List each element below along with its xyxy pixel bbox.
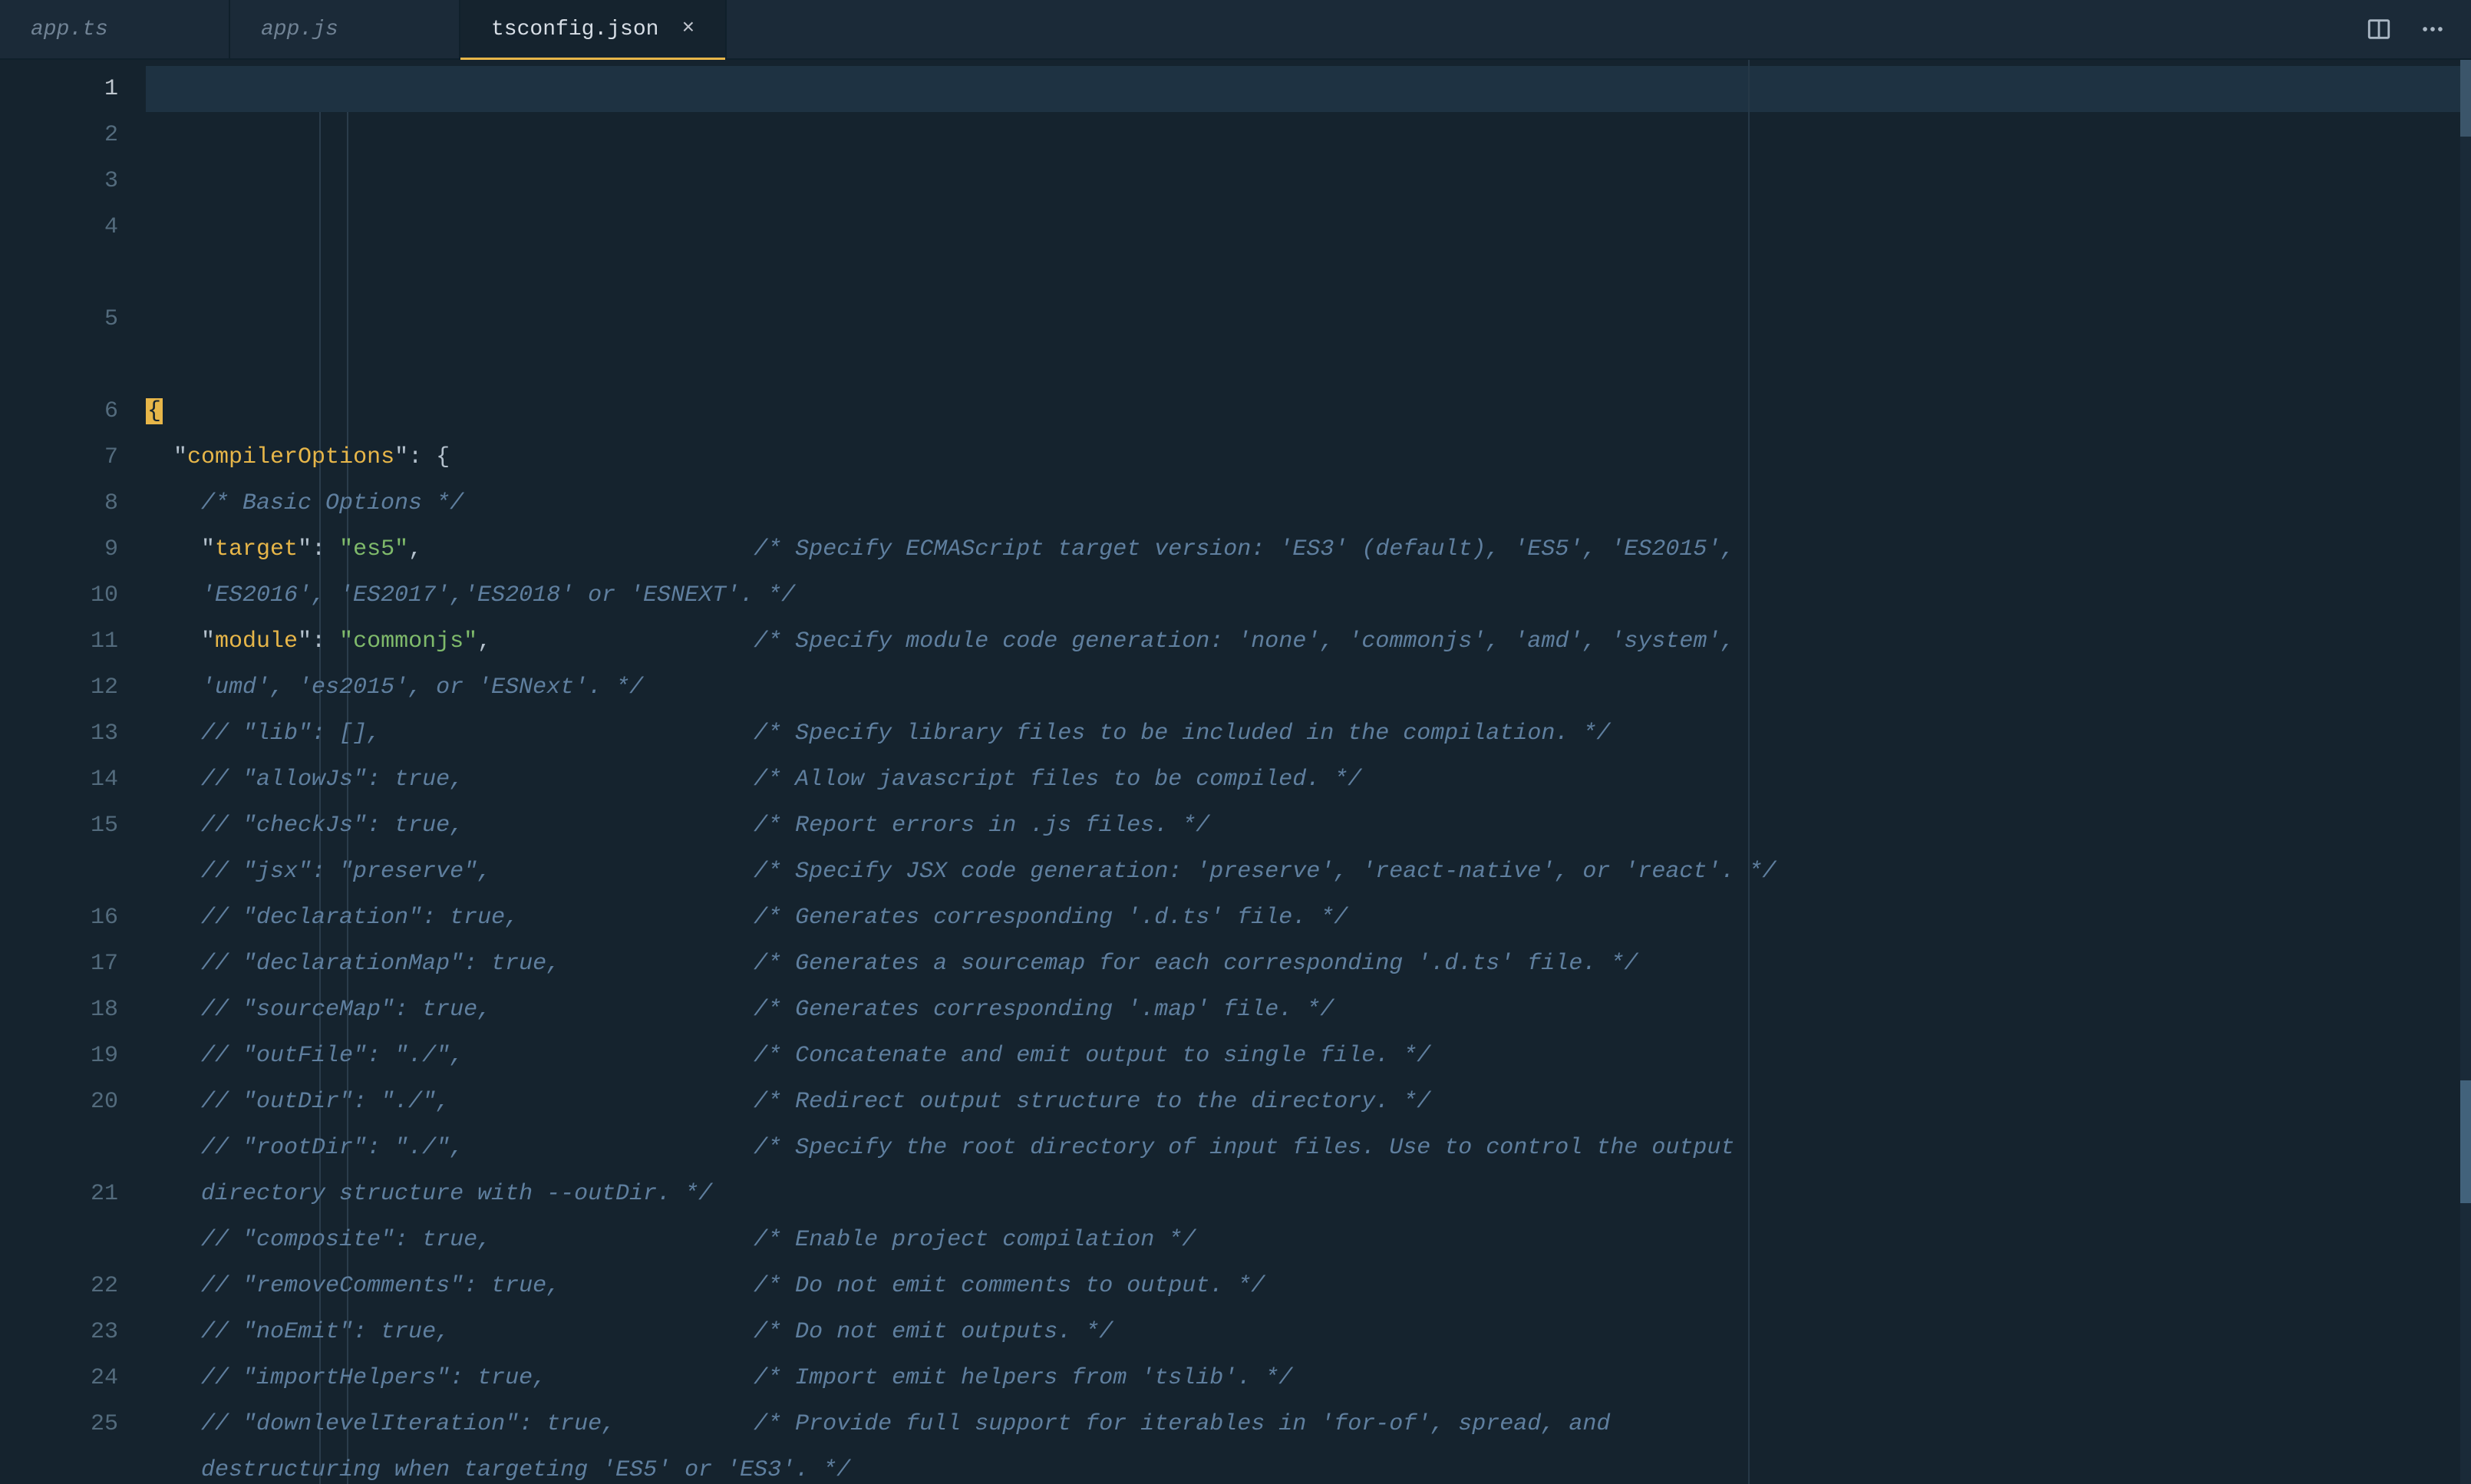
tabbar-actions <box>2341 0 2471 58</box>
tab-app-js[interactable]: app.js <box>230 0 460 58</box>
code-line-wrap[interactable]: 'ES2016', 'ES2017','ES2018' or 'ESNEXT'.… <box>146 572 2471 618</box>
line-number: 6 <box>0 388 118 434</box>
line-number: 10 <box>0 572 118 618</box>
line-number-gutter: 1234 5 6789101112131415 1617181920 21 22… <box>0 60 146 1484</box>
tab-label: tsconfig.json <box>491 18 658 41</box>
line-number: 23 <box>0 1309 118 1355</box>
line-number: 18 <box>0 987 118 1033</box>
line-number <box>0 342 118 388</box>
code-line-wrap[interactable]: directory structure with --outDir. */ <box>146 1171 2471 1217</box>
line-number <box>0 1125 118 1171</box>
line-number: 24 <box>0 1355 118 1401</box>
line-number: 21 <box>0 1171 118 1217</box>
code-area[interactable]: { "compilerOptions": { /* Basic Options … <box>146 60 2471 1484</box>
tab-label: app.ts <box>31 18 108 41</box>
line-number: 8 <box>0 480 118 526</box>
ruler-guide <box>1748 60 1750 1484</box>
code-line[interactable]: // "sourceMap": true, /* Generates corre… <box>146 987 2471 1033</box>
line-number: 15 <box>0 803 118 849</box>
line-number: 7 <box>0 434 118 480</box>
line-number: 4 <box>0 204 118 250</box>
code-editor[interactable]: 1234 5 6789101112131415 1617181920 21 22… <box>0 60 2471 1484</box>
line-number: 16 <box>0 895 118 941</box>
code-line[interactable]: { <box>146 388 2471 434</box>
code-line[interactable]: // "jsx": "preserve", /* Specify JSX cod… <box>146 849 2471 895</box>
line-number <box>0 849 118 895</box>
line-number: 19 <box>0 1033 118 1079</box>
code-line[interactable]: // "outFile": "./", /* Concatenate and e… <box>146 1033 2471 1079</box>
code-line[interactable]: "target": "es5", /* Specify ECMAScript t… <box>146 526 2471 572</box>
line-number: 14 <box>0 757 118 803</box>
line-number: 9 <box>0 526 118 572</box>
code-line[interactable]: // "declarationMap": true, /* Generates … <box>146 941 2471 987</box>
line-number: 13 <box>0 711 118 757</box>
line-number: 17 <box>0 941 118 987</box>
code-line[interactable]: // "rootDir": "./", /* Specify the root … <box>146 1125 2471 1171</box>
code-line[interactable]: // "checkJs": true, /* Report errors in … <box>146 803 2471 849</box>
line-number: 12 <box>0 665 118 711</box>
line-number <box>0 1217 118 1263</box>
editor-tab-bar: app.ts app.js tsconfig.json × <box>0 0 2471 60</box>
code-line[interactable]: /* Basic Options */ <box>146 480 2471 526</box>
line-number: 11 <box>0 618 118 665</box>
code-line[interactable]: // "declaration": true, /* Generates cor… <box>146 895 2471 941</box>
code-line[interactable]: // "outDir": "./", /* Redirect output st… <box>146 1079 2471 1125</box>
code-line-wrap[interactable]: 'umd', 'es2015', or 'ESNext'. */ <box>146 665 2471 711</box>
code-line[interactable]: // "composite": true, /* Enable project … <box>146 1217 2471 1263</box>
code-line[interactable]: "compilerOptions": { <box>146 434 2471 480</box>
active-line-highlight <box>146 66 2460 112</box>
code-line[interactable]: // "lib": [], /* Specify library files t… <box>146 711 2471 757</box>
code-line[interactable]: "module": "commonjs", /* Specify module … <box>146 618 2471 665</box>
more-actions-icon[interactable] <box>2417 14 2448 45</box>
line-number: 5 <box>0 296 118 342</box>
line-number: 20 <box>0 1079 118 1125</box>
close-icon[interactable]: × <box>681 18 694 40</box>
code-line[interactable]: // "noEmit": true, /* Do not emit output… <box>146 1309 2471 1355</box>
line-number: 25 <box>0 1401 118 1447</box>
line-number: 3 <box>0 158 118 204</box>
code-line[interactable]: // "allowJs": true, /* Allow javascript … <box>146 757 2471 803</box>
code-line[interactable]: // "removeComments": true, /* Do not emi… <box>146 1263 2471 1309</box>
scrollbar-thumb[interactable] <box>2460 60 2471 137</box>
code-line-wrap[interactable]: destructuring when targeting 'ES5' or 'E… <box>146 1447 2471 1484</box>
code-line[interactable]: // "importHelpers": true, /* Import emit… <box>146 1355 2471 1401</box>
line-number: 2 <box>0 112 118 158</box>
line-number <box>0 250 118 296</box>
split-editor-icon[interactable] <box>2364 14 2394 45</box>
line-number: 1 <box>0 66 118 112</box>
code-line[interactable]: // "downlevelIteration": true, /* Provid… <box>146 1401 2471 1447</box>
tab-label: app.js <box>261 18 338 41</box>
tab-app-ts[interactable]: app.ts <box>0 0 230 58</box>
tab-tsconfig-json[interactable]: tsconfig.json × <box>460 0 727 58</box>
line-number: 22 <box>0 1263 118 1309</box>
